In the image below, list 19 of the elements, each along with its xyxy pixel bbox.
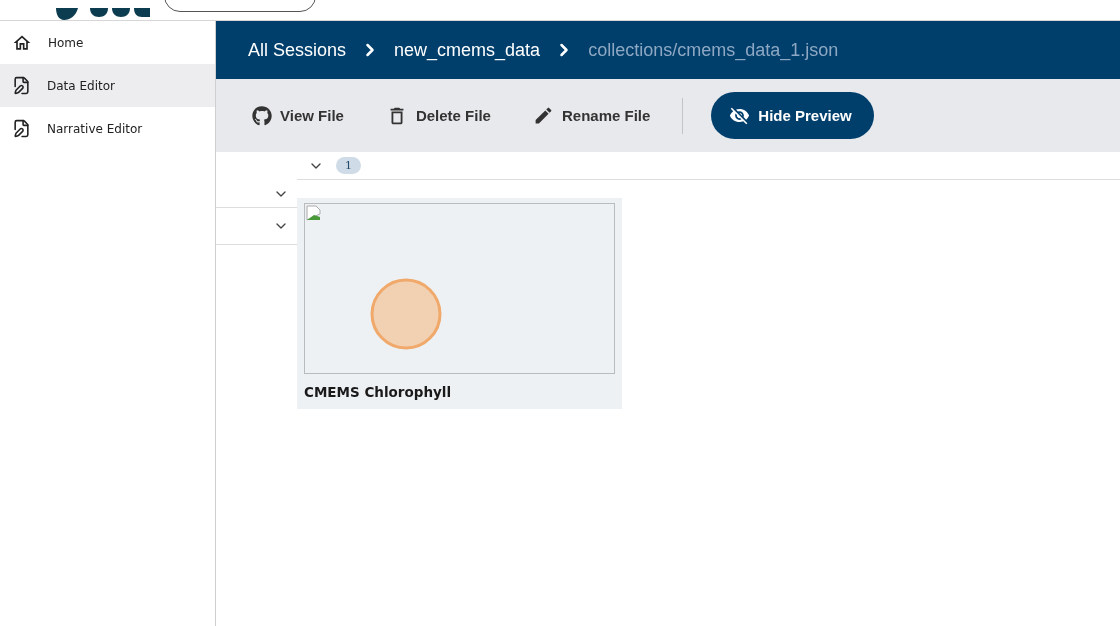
- broken-image-icon: [306, 205, 322, 221]
- toolbar-button[interactable]: Delete File: [375, 96, 501, 135]
- eye-off-icon: [729, 105, 751, 126]
- sidebar-item[interactable]: Data Editor: [0, 64, 215, 107]
- github-icon: [252, 105, 272, 126]
- file-edit-icon: [12, 119, 31, 138]
- circle-marker-icon: [370, 278, 442, 350]
- toolbar-button[interactable]: View File: [242, 97, 354, 134]
- file-edit-icon: [12, 76, 31, 95]
- toolbar-button[interactable]: Rename File: [522, 97, 661, 134]
- breadcrumb-link[interactable]: collections/cmems_data_1.json: [588, 39, 839, 61]
- sidebar-item[interactable]: Narrative Editor: [0, 107, 215, 150]
- dataset-card[interactable]: CMEMS Chlorophyll: [297, 198, 622, 409]
- breadcrumb-link[interactable]: new_cmems_data: [394, 39, 541, 61]
- card-title: CMEMS Chlorophyll: [304, 384, 453, 400]
- breadcrumb-link[interactable]: All Sessions: [248, 39, 347, 61]
- hide-preview-button[interactable]: Hide Preview: [711, 92, 874, 139]
- sidebar-item[interactable]: Home: [0, 21, 215, 64]
- count-badge: 1: [336, 157, 361, 174]
